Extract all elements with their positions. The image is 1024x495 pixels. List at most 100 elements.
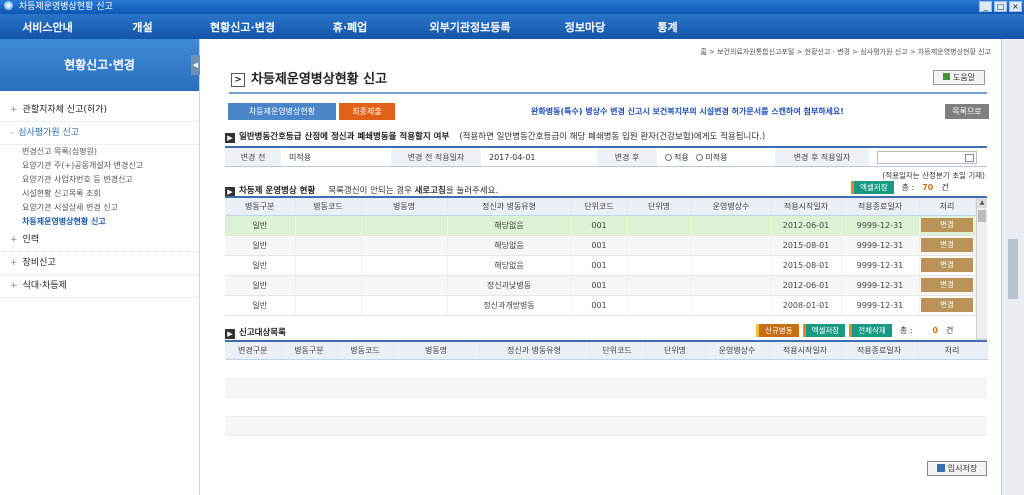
sidebar-sub-co-founder[interactable]: 요양기관 주(+)공동개설자 변경신고 xyxy=(22,159,199,173)
cell-ward-code xyxy=(295,215,362,236)
excel-save-button-2[interactable]: 엑셀저장 xyxy=(802,324,846,337)
after-date-input[interactable] xyxy=(877,151,977,164)
col-ward-code: 병동코드 xyxy=(337,342,394,360)
after-date-cell xyxy=(869,148,987,166)
help-label: 도움말 xyxy=(952,73,976,82)
bed-status-table-scroll[interactable]: 병동구분 병동코드 병동명 정신과 병동유형 단위코드 단위명 운영병상수 적용… xyxy=(225,198,976,316)
radio-not-apply[interactable] xyxy=(696,154,704,161)
help-icon xyxy=(942,73,950,80)
cell-unit-code: 001 xyxy=(571,255,628,276)
excel-save-button[interactable]: 엑셀저장 xyxy=(851,181,894,194)
cell-ward-type: 일반 xyxy=(225,295,296,316)
cell-end-date: 9999-12-31 xyxy=(841,215,920,236)
col-psych-type: 정신과 병동유형 xyxy=(447,198,572,216)
total-count-2: 0 xyxy=(932,326,939,335)
menu-info-center[interactable]: 정보마당 xyxy=(555,19,615,35)
minimize-button[interactable]: _ xyxy=(979,1,992,12)
change-button[interactable]: 변경 xyxy=(921,218,973,232)
back-to-list-button[interactable]: 목록으로 xyxy=(945,104,989,119)
cell-unit-code: 001 xyxy=(571,295,628,316)
menu-status-report[interactable]: 현황신고·변경 xyxy=(195,19,290,35)
sidebar-title: 현황신고·변경 ◀ xyxy=(0,39,200,91)
menu-statistics[interactable]: 통계 xyxy=(645,19,690,35)
save-icon xyxy=(936,464,945,472)
bed-status-table: 병동구분 병동코드 병동명 정신과 병동유형 단위코드 단위명 운영병상수 적용… xyxy=(225,198,976,316)
cell-end-date: 9999-12-31 xyxy=(841,235,920,256)
report-targets-table: 변경구분 병동구분 병동코드 병동명 정신과 병동유형 단위코드 단위명 운영병… xyxy=(225,342,988,360)
sidebar-item-label: 관할지자체 신고(허가) xyxy=(22,105,107,115)
scroll-thumb[interactable] xyxy=(978,210,986,222)
scroll-up-icon[interactable]: ▲ xyxy=(977,198,987,208)
sidebar-sub-change-list[interactable]: 변경신고 목록(심평원) xyxy=(22,145,199,159)
close-button[interactable]: × xyxy=(1009,1,1022,12)
col-bed-count: 운영병상수 xyxy=(691,198,772,216)
col-ward-code: 병동코드 xyxy=(295,198,362,216)
menu-service-info[interactable]: 서비스안내 xyxy=(10,19,85,35)
tab-final-submit[interactable]: 최종제출 xyxy=(339,103,395,120)
cell-ward-name xyxy=(361,235,448,256)
menu-external-info[interactable]: 외부기관정보등록 xyxy=(415,19,525,35)
tab-bed-status[interactable]: 차등제운영병상현황 xyxy=(228,103,336,120)
cell-psych-type: 정신과낮병동 xyxy=(447,275,572,296)
sidebar-collapse-button[interactable]: ◀ xyxy=(191,55,200,75)
col-change-type: 변경구분 xyxy=(225,342,282,360)
sidebar-item-hira[interactable]: - 심사평가원 신고 xyxy=(0,122,199,145)
radio-apply-label: 적용 xyxy=(674,153,689,162)
menu-open[interactable]: 개설 xyxy=(120,19,165,35)
cell-action: 변경 xyxy=(919,275,976,296)
sidebar: 현황신고·변경 ◀ + 관할지자체 신고(허가) - 심사평가원 신고 변경신고 목… xyxy=(0,39,200,495)
cell-psych-type: 해당없음 xyxy=(447,235,572,256)
sidebar-item-meal[interactable]: + 식대·차등제 xyxy=(0,275,199,298)
window-controls: _ □ × xyxy=(979,1,1022,12)
main-content: 홈 > 보건의료자원통합신고포털 > 현황신고 · 변경 > 심사평가원 신고 … xyxy=(201,39,1001,495)
col-end-date: 적용종료일자 xyxy=(841,342,918,360)
sidebar-sub-bed-status[interactable]: 차등제운영병상현황 신고 xyxy=(22,215,199,229)
cell-start-date: 2012-06-01 xyxy=(771,275,842,296)
before-date-label: 변경 전 적용일자 xyxy=(391,148,481,166)
new-ward-button[interactable]: 신규병동 xyxy=(756,324,799,337)
section-report-targets: ▶ 신고대상목록 xyxy=(225,326,286,339)
bed-status-toolbar: 엑셀저장 총 : 70 건 xyxy=(851,181,949,194)
sidebar-item-equipment[interactable]: + 장비신고 xyxy=(0,252,199,275)
change-button[interactable]: 변경 xyxy=(921,258,973,272)
calendar-icon[interactable] xyxy=(965,154,974,162)
table-row[interactable]: 일반 정신과낮병동 001 2012-06-01 9999-12-31 변경 xyxy=(225,275,976,296)
sidebar-item-local-gov[interactable]: + 관할지자체 신고(허가) xyxy=(0,99,199,122)
col-ward-name: 병동명 xyxy=(361,198,448,216)
menu-closure[interactable]: 휴·폐업 xyxy=(320,19,380,35)
section-closed-ward: ▶ 일반병동간호등급 산정에 정신과 폐쇄병동을 적용할지 여부 (적용하면 일반병… xyxy=(225,130,765,143)
sidebar-sub-facility-detail[interactable]: 요양기관 시설상세 변경 신고 xyxy=(22,201,199,215)
sidebar-sub-business-number[interactable]: 요양기관 사업자번호 등 변경신고 xyxy=(22,173,199,187)
change-button[interactable]: 변경 xyxy=(921,278,973,292)
cell-start-date: 2012-06-01 xyxy=(771,215,842,236)
browser-scrollbar[interactable] xyxy=(1001,39,1024,495)
maximize-button[interactable]: □ xyxy=(994,1,1007,12)
cell-ward-name xyxy=(361,295,448,316)
col-bed-count: 운영병상수 xyxy=(705,342,770,360)
cell-psych-type: 해당없음 xyxy=(447,215,572,236)
change-button[interactable]: 변경 xyxy=(921,298,973,312)
delete-all-button[interactable]: 전체삭제 xyxy=(849,324,892,337)
table-row[interactable]: 일반 정신과개방병동 001 2008-01-01 9999-12-31 변경 xyxy=(225,295,976,316)
table-scrollbar[interactable]: ▲ ▼ xyxy=(976,198,987,348)
table-row[interactable]: 일반 해당없음 001 2015-08-01 9999-12-31 변경 xyxy=(225,235,976,256)
temp-save-button[interactable]: 임시저장 xyxy=(927,461,987,476)
col-action: 처리 xyxy=(919,198,976,216)
col-start-date: 적용시작일자 xyxy=(769,342,842,360)
help-button[interactable]: 도움말 xyxy=(933,70,985,85)
sidebar-sub-list: 변경신고 목록(심평원) 요양기관 주(+)공동개설자 변경신고 요양기관 사업… xyxy=(0,145,199,229)
change-button[interactable]: 변경 xyxy=(921,238,973,252)
table-row[interactable]: 일반 해당없음 001 2012-06-01 9999-12-31 변경 xyxy=(225,215,976,236)
total-count: 70 xyxy=(922,183,934,192)
radio-apply[interactable] xyxy=(665,154,672,161)
browser-scroll-thumb[interactable] xyxy=(1008,239,1018,299)
cell-end-date: 9999-12-31 xyxy=(841,295,920,316)
cell-unit-code: 001 xyxy=(571,275,628,296)
empty-row xyxy=(225,360,987,379)
table-row[interactable]: 일반 해당없음 001 2015-08-01 9999-12-31 변경 xyxy=(225,255,976,276)
plus-icon: + xyxy=(10,281,18,291)
col-unit-name: 단위명 xyxy=(645,342,706,360)
sidebar-item-staff[interactable]: + 인력 xyxy=(0,229,199,252)
sidebar-sub-facility-list[interactable]: 시설현황 신고목록 조회 xyxy=(22,187,199,201)
cell-ward-name xyxy=(361,255,448,276)
